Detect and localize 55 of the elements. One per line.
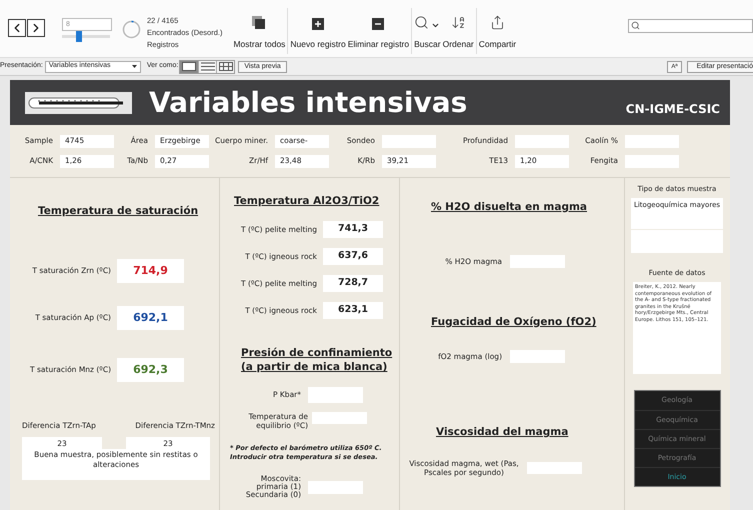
value-field[interactable]: 692,3: [117, 358, 184, 382]
value-field[interactable]: [527, 462, 582, 474]
value-field[interactable]: [510, 255, 565, 268]
section-heading: % H2O disuelta en magma: [431, 200, 588, 214]
previous-record-button[interactable]: [8, 19, 26, 37]
slider-thumb[interactable]: [76, 31, 82, 42]
value-field[interactable]: [308, 387, 363, 403]
section-heading: Viscosidad del magma: [436, 425, 570, 439]
temperature-value: 714,9: [133, 262, 168, 279]
view-mode-button[interactable]: [198, 60, 216, 72]
form-view-icon: [182, 62, 196, 71]
value-field[interactable]: [312, 412, 367, 424]
toolbar-button[interactable]: Compartir: [478, 8, 518, 54]
sort-icon: [450, 14, 466, 30]
toolbar-button[interactable]: Nuevo registro: [289, 8, 347, 54]
search-icon: [631, 21, 640, 30]
next-record-button[interactable]: [27, 19, 45, 37]
temperature-value: 692,1: [133, 310, 168, 326]
toolbar-button[interactable]: Ordenar: [442, 8, 475, 54]
plus-square-icon: [312, 18, 324, 30]
dropdown-arrow-icon: [132, 65, 137, 68]
search-icon: [414, 14, 430, 30]
share-icon: [490, 14, 505, 30]
value-field[interactable]: 714,9: [117, 259, 184, 283]
thermometer-logo-icon: [25, 92, 132, 114]
value-field[interactable]: 692,1: [117, 306, 184, 330]
section-heading: Temperatura de saturación: [38, 204, 200, 218]
page-title: Variables intensivas: [149, 88, 468, 116]
section-heading: Presión de confinamiento (a partir de mica blanca): [241, 346, 394, 374]
toolbar-button[interactable]: Mostrar todos: [232, 8, 286, 54]
minus-square-icon: [372, 18, 384, 30]
list-view-icon: [200, 62, 215, 71]
stacked-squares-icon: [252, 16, 266, 30]
temperature-value: 692,3: [133, 362, 168, 378]
value-field[interactable]: 637,6: [323, 248, 383, 265]
value-field[interactable]: 623,1: [323, 302, 383, 319]
view-mode-button[interactable]: [180, 60, 198, 72]
found-records-pie-icon: [122, 20, 141, 39]
search-field[interactable]: [628, 18, 753, 32]
toolbar-button[interactable]: Buscar: [413, 8, 442, 54]
view-mode-button[interactable]: [216, 60, 234, 72]
organization-label: CN-IGME-CSIC: [626, 100, 720, 118]
table-view-icon: [218, 62, 233, 71]
value-field[interactable]: [631, 230, 723, 252]
value-field[interactable]: [625, 134, 679, 148]
value-field[interactable]: [625, 154, 679, 168]
value-field[interactable]: [308, 480, 363, 494]
value-field[interactable]: [515, 134, 569, 148]
section-heading: Temperatura Al2O3/TiO2: [234, 194, 380, 208]
value-field[interactable]: [382, 134, 436, 148]
toolbar-button[interactable]: Eliminar registro: [346, 8, 410, 54]
value-field[interactable]: [510, 350, 565, 363]
section-heading: Fugacidad de Oxígeno (fO2): [431, 315, 598, 329]
value-field[interactable]: 741,3: [323, 221, 383, 238]
value-field[interactable]: 728,7: [323, 275, 383, 292]
